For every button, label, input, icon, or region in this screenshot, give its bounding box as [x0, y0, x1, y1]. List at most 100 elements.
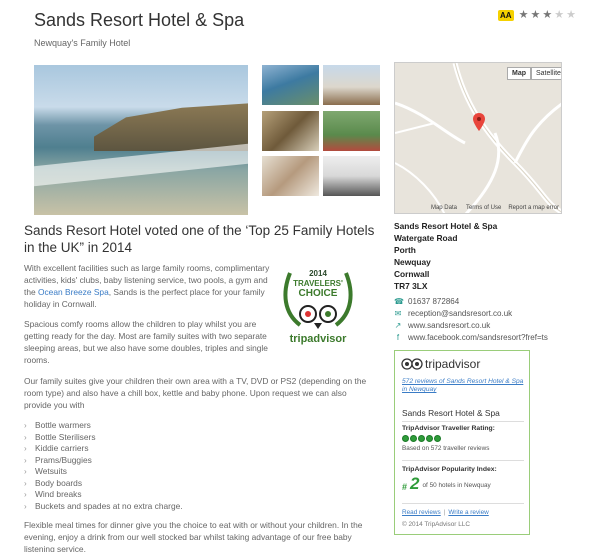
suites-paragraph: Our family suites give your children the…	[24, 376, 367, 410]
write-review-link[interactable]: Write a review	[448, 509, 488, 516]
thumbnail-photo-room[interactable]	[262, 156, 319, 196]
read-reviews-link[interactable]: Read reviews	[402, 509, 441, 516]
phone-number: 01637 872864	[408, 297, 460, 306]
rooms-paragraph: Spacious comfy rooms allow the children …	[24, 319, 268, 365]
divider	[402, 421, 524, 422]
amenity-label: Buckets and spades at no extra charge.	[35, 500, 183, 511]
aa-logo: AA	[498, 10, 514, 21]
facebook-icon: f	[396, 333, 400, 342]
list-item: › Kiddie carriers	[24, 443, 183, 455]
chevron-right-icon: ›	[24, 444, 27, 453]
star-empty-icon: ★	[554, 9, 565, 21]
reviews-count-link[interactable]: 572 reviews of Sands Resort Hotel & Spa …	[402, 378, 526, 394]
amenity-label: Bottle warmers	[35, 420, 91, 430]
chevron-right-icon: ›	[24, 490, 27, 499]
amenity-label: Prams/Buggies	[35, 454, 92, 465]
amenity-label: Wetsuits	[35, 466, 67, 476]
popularity-rank: # 2 of 50 hotels in Newquay	[402, 475, 491, 492]
address-line: Sands Resort Hotel & Spa	[394, 221, 498, 231]
traveller-rating-label: TripAdvisor Traveller Rating:	[402, 425, 495, 432]
thumbnail-photo-lounge[interactable]	[323, 156, 380, 196]
map-button[interactable]: Map	[507, 67, 531, 80]
divider	[402, 503, 524, 504]
map-footer: Map Data Terms of Use Report a map error	[431, 205, 559, 211]
section-headline: Sands Resort Hotel voted one of the ‘Top…	[24, 223, 375, 255]
map-terms-link[interactable]: Terms of Use	[466, 205, 501, 211]
thumbnail-photo-restaurant[interactable]	[262, 111, 319, 151]
based-on-text: Based on 572 traveller reviews	[402, 445, 490, 452]
tripadvisor-widget: tripadvisor 572 reviews of Sands Resort …	[394, 350, 530, 535]
amenity-label: Wind breaks	[35, 489, 82, 499]
address-line: Watergate Road	[394, 233, 458, 243]
chevron-right-icon: ›	[24, 478, 27, 488]
location-pin-icon[interactable]	[473, 113, 485, 131]
popularity-label: TripAdvisor Popularity Index:	[402, 466, 497, 473]
rank-hash: #	[402, 482, 408, 492]
intro-paragraph: With excellent facilities such as large …	[24, 262, 274, 310]
divider	[402, 460, 524, 461]
contact-facebook[interactable]: f www.facebook.com/sandsresort?fref=ts	[394, 333, 548, 342]
address-line: Newquay	[394, 257, 431, 267]
bubble-icon	[410, 435, 417, 442]
map-type-control: Map Satellite	[507, 67, 561, 80]
ta-actions: Read reviews | Write a review	[402, 509, 489, 516]
link-icon: ↗	[394, 321, 402, 330]
contact-phone: ☎ 01637 872864	[394, 297, 459, 306]
list-item: › Body boards	[24, 478, 183, 490]
rank-of-text: of 50 hotels in Newquay	[422, 482, 491, 489]
thumbnail-photo-golf[interactable]	[323, 111, 380, 151]
amenity-label: Body boards	[35, 477, 83, 488]
star-empty-icon: ★	[566, 9, 576, 21]
contact-web[interactable]: ↗ www.sandsresort.co.uk	[394, 321, 491, 330]
list-item: › Bottle warmers	[24, 420, 183, 432]
tripadvisor-wordmark: tripadvisor	[425, 357, 481, 371]
chevron-right-icon: ›	[24, 421, 27, 430]
badge-year: 2014	[309, 269, 327, 278]
page-title: Sands Resort Hotel & Spa	[34, 10, 245, 30]
badge-choice: CHOICE	[298, 288, 338, 299]
location-map[interactable]: Map Satellite Map Data Terms of Use Repo…	[394, 62, 562, 214]
map-data-link[interactable]: Map Data	[431, 205, 457, 211]
link-separator: |	[443, 509, 446, 516]
thumbnail-photo-terrace[interactable]	[323, 65, 380, 105]
amenities-list: › Bottle warmers › Bottle Sterilisers › Kid…	[24, 420, 183, 512]
page-subtitle: Newquay's Family Hotel	[34, 38, 131, 48]
map-roads	[395, 63, 561, 213]
hotel-address: Sands Resort Hotel & Spa Watergate Road …	[394, 220, 497, 292]
star-icon: ★	[518, 9, 529, 21]
rating-bubbles	[402, 435, 441, 442]
amenity-label: Kiddie carriers	[35, 443, 89, 453]
contact-email[interactable]: ✉ reception@sandsresort.co.uk	[394, 309, 513, 318]
badge-brand: tripadvisor	[289, 333, 347, 345]
bubble-icon	[418, 435, 425, 442]
bubble-icon	[402, 435, 409, 442]
facebook-link[interactable]: www.facebook.com/sandsresort?fref=ts	[408, 333, 548, 342]
chevron-right-icon: ›	[24, 455, 27, 465]
ocean-breeze-spa-link[interactable]: Ocean Breeze Spa	[38, 287, 109, 297]
bubble-icon	[434, 435, 441, 442]
hero-photo-beach[interactable]	[34, 65, 248, 215]
email-link[interactable]: reception@sandsresort.co.uk	[408, 309, 512, 318]
bubble-icon	[426, 435, 433, 442]
rank-number: 2	[410, 474, 420, 493]
amenity-label: Bottle Sterilisers	[35, 431, 96, 442]
phone-icon: ☎	[394, 297, 404, 306]
travelers-choice-badge: 2014 TRAVELERS' CHOICE tripadvisor	[280, 263, 356, 349]
ta-hotel-name: Sands Resort Hotel & Spa	[402, 408, 500, 418]
map-report-link[interactable]: Report a map error	[508, 205, 559, 211]
chevron-right-icon: ›	[24, 432, 27, 442]
cliff-shape	[94, 103, 248, 151]
satellite-button[interactable]: Satellite	[531, 67, 561, 80]
owl-icon	[401, 358, 423, 370]
website-link[interactable]: www.sandsresort.co.uk	[408, 321, 490, 330]
dining-paragraph: Flexible meal times for dinner give you …	[24, 520, 363, 552]
list-item: › Wetsuits	[24, 466, 183, 478]
aa-rating: AA ★ ★ ★ ★ ★	[498, 10, 576, 21]
ta-copyright: © 2014 TripAdvisor LLC	[402, 521, 470, 528]
address-line: TR7 3LX	[394, 281, 428, 291]
tripadvisor-logo[interactable]: tripadvisor	[401, 357, 480, 371]
address-line: Porth	[394, 245, 416, 255]
star-icon: ★	[542, 9, 553, 21]
thumbnail-photo-coast[interactable]	[262, 65, 319, 105]
badge-travelers: TRAVELERS'	[293, 279, 343, 288]
